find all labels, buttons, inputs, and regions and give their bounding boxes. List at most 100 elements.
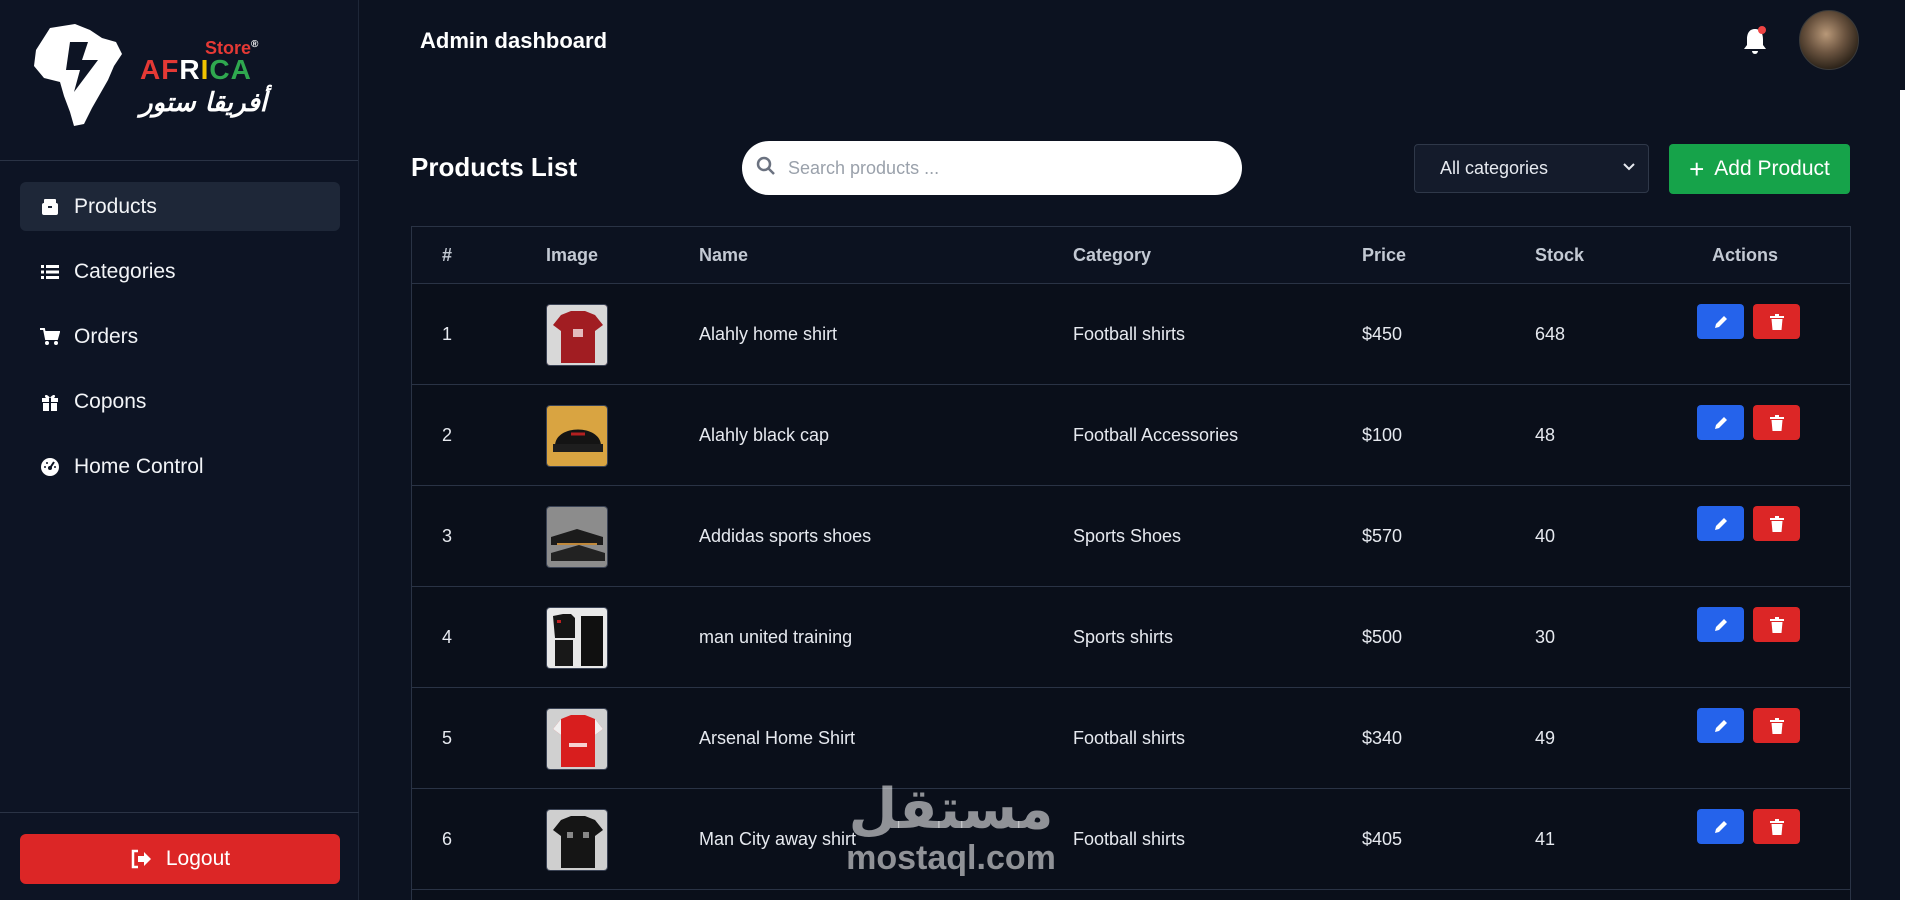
product-stock: 648 [1535, 324, 1566, 344]
edit-button[interactable] [1697, 607, 1744, 642]
row-id: 1 [442, 324, 453, 344]
pencil-icon [1714, 315, 1727, 328]
table-row: 4 man united training Sports shirts $500… [412, 587, 1850, 688]
edit-button[interactable] [1697, 809, 1744, 844]
sidebar-item-orders[interactable]: Orders [20, 312, 340, 361]
sidebar-item-label: Copons [74, 389, 147, 413]
sidebar-item-label: Products [74, 194, 157, 218]
sidebar-item-home-control[interactable]: Home Control [20, 442, 340, 491]
gift-icon [40, 392, 60, 412]
pencil-icon [1714, 517, 1727, 530]
table-header: # Image Name Category Price Stock Action… [412, 227, 1850, 284]
pencil-icon [1714, 416, 1727, 429]
pencil-icon [1714, 618, 1727, 631]
table-row: 5 Arsenal Home Shirt Football shirts $34… [412, 688, 1850, 789]
logout-button[interactable]: Logout [20, 834, 340, 884]
search-icon [756, 156, 776, 181]
product-price: $340 [1362, 728, 1403, 748]
product-name: Man City away shirt [699, 829, 857, 849]
row-id: 6 [442, 829, 453, 849]
brand-logo[interactable]: Store® AFRICA أفريقا ستور [0, 0, 358, 161]
product-category: Football shirts [1073, 324, 1186, 344]
sidebar-item-label: Categories [74, 259, 176, 283]
products-table: # Image Name Category Price Stock Action… [411, 226, 1851, 900]
edit-button[interactable] [1697, 405, 1744, 440]
row-id: 4 [442, 627, 453, 647]
delete-button[interactable] [1753, 304, 1800, 339]
column-header-image: Image [546, 245, 599, 265]
category-select[interactable]: All categories [1414, 144, 1649, 193]
category-select-value: All categories [1440, 158, 1549, 178]
sidebar-item-label: Orders [74, 324, 139, 348]
product-thumbnail [546, 405, 608, 467]
product-name: Addidas sports shoes [699, 526, 872, 546]
delete-button[interactable] [1753, 506, 1800, 541]
logo-africa-text: AFRICA [140, 54, 252, 85]
chevron-down-icon [1623, 163, 1635, 171]
notification-dot [1758, 26, 1766, 34]
table-row: 3 Addidas sports shoes Sports Shoes $570… [412, 486, 1850, 587]
row-id: 2 [442, 425, 453, 445]
column-header-id: # [442, 245, 453, 265]
product-category: Sports Shoes [1073, 526, 1182, 546]
logout-icon [130, 849, 152, 869]
column-header-name: Name [699, 245, 749, 265]
delete-button[interactable] [1753, 607, 1800, 642]
product-name: Arsenal Home Shirt [699, 728, 856, 748]
product-name: man united training [699, 627, 853, 647]
search-input[interactable] [788, 157, 1208, 179]
sidebar-item-copons[interactable]: Copons [20, 377, 340, 426]
product-category: Sports shirts [1073, 627, 1174, 647]
sidebar-footer: Logout [0, 812, 359, 900]
products-list-title: Products List [411, 152, 578, 182]
sidebar-item-label: Home Control [74, 454, 204, 478]
add-product-label: Add Product [1714, 157, 1830, 180]
top-header: Admin dashboard [359, 0, 1905, 84]
sidebar: Store® AFRICA أفريقا ستور Products Categ… [0, 0, 359, 900]
product-thumbnail [546, 304, 608, 366]
product-price: $405 [1362, 829, 1403, 849]
product-name: Alahly black cap [699, 425, 830, 445]
gauge-icon [40, 457, 60, 477]
product-price: $450 [1362, 324, 1403, 344]
sidebar-nav: Products Categories Orders Copons Home C… [20, 182, 340, 507]
product-thumbnail [546, 708, 608, 770]
sidebar-item-products[interactable]: Products [20, 182, 340, 231]
trash-icon [1769, 616, 1784, 633]
search-box[interactable] [742, 141, 1242, 195]
product-price: $500 [1362, 627, 1403, 647]
plus-icon: + [1689, 154, 1705, 184]
trash-icon [1769, 717, 1784, 734]
edit-button[interactable] [1697, 304, 1744, 339]
cart-icon [40, 327, 60, 347]
edit-button[interactable] [1697, 708, 1744, 743]
scrollbar[interactable] [1900, 90, 1905, 900]
product-thumbnail [546, 506, 608, 568]
delete-button[interactable] [1753, 809, 1800, 844]
pencil-icon [1714, 820, 1727, 833]
notification-bell-icon[interactable] [1742, 26, 1768, 61]
box-icon [40, 197, 60, 217]
delete-button[interactable] [1753, 405, 1800, 440]
delete-button[interactable] [1753, 708, 1800, 743]
product-stock: 40 [1535, 526, 1556, 546]
table-row: 6 Man City away shirt Football shirts $4… [412, 789, 1850, 890]
user-avatar[interactable] [1799, 10, 1859, 70]
table-row: 2 Alahly black cap Football Accessories … [412, 385, 1850, 486]
row-id: 3 [442, 526, 453, 546]
add-product-button[interactable]: + Add Product [1669, 144, 1850, 194]
product-stock: 30 [1535, 627, 1556, 647]
product-thumbnail [546, 809, 608, 871]
edit-button[interactable] [1697, 506, 1744, 541]
product-price: $100 [1362, 425, 1403, 445]
list-icon [40, 262, 60, 282]
sidebar-item-categories[interactable]: Categories [20, 247, 340, 296]
trash-icon [1769, 515, 1784, 532]
product-stock: 48 [1535, 425, 1556, 445]
product-price: $570 [1362, 526, 1403, 546]
product-name: Alahly home shirt [699, 324, 838, 344]
pencil-icon [1714, 719, 1727, 732]
row-id: 5 [442, 728, 453, 748]
africa-map-icon [34, 24, 122, 126]
column-header-price: Price [1362, 245, 1407, 265]
